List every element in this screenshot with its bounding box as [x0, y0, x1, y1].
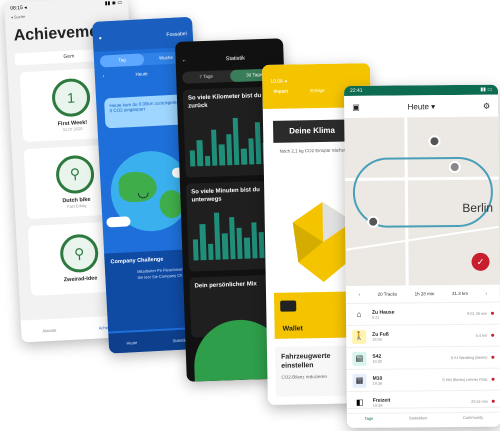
walk-icon: 🚶: [352, 329, 367, 344]
trip-name: Zu Hause 9:21: [371, 309, 395, 320]
check-button[interactable]: ✓: [471, 252, 490, 271]
nav-statistics[interactable]: Statistiken: [409, 415, 427, 420]
home-icon: ⌂: [351, 307, 367, 322]
app-bar: ▣ Heute ▾ ⚙: [344, 94, 499, 118]
chart-bar: [241, 148, 247, 165]
cloud-illustration: [106, 216, 131, 228]
chart-bar: [254, 122, 262, 165]
trip-row[interactable]: 🚶 Zu Fuß 19:26 0.4 km: [346, 324, 500, 348]
card-title: So viele Kilometer bist du zurück: [187, 93, 262, 110]
chart-bar: [225, 133, 233, 166]
bottom-nav: Tage Statistiken Community: [346, 406, 500, 428]
summary-row: ‹ 20 Tracks 1h 28 min 31.3 km ›: [345, 284, 500, 304]
duration: 1h 28 min: [414, 291, 435, 297]
tab-7-days[interactable]: 7 Tage: [182, 70, 230, 84]
chevron-right-icon[interactable]: ›: [485, 291, 487, 296]
trip-name: Freizeit 19:39: [372, 397, 391, 408]
status-time: 22:41: [350, 87, 363, 94]
status-dot: [491, 333, 495, 337]
location-pin[interactable]: [448, 160, 461, 174]
app-showcase: 08:15 ◂ ▮▮ ◉ ▭ ◂ Suche Achievemen Gem 1 …: [0, 0, 500, 431]
nav-community[interactable]: Community: [463, 415, 483, 420]
trip-name: M10 19:36: [372, 375, 383, 386]
tab-day[interactable]: Tag: [99, 53, 145, 68]
trip-name: Zu Fuß 19:26: [372, 331, 389, 342]
wallet-label: Wallet: [282, 325, 304, 333]
day-label: Heute: [407, 101, 429, 111]
distance: 31.3 km: [451, 290, 468, 297]
chart-bar: [258, 232, 265, 259]
chart-bar: [222, 233, 229, 260]
route-map[interactable]: Berlin ✓: [344, 116, 500, 286]
chart-bar: [248, 138, 255, 165]
chart-bar: [218, 144, 225, 166]
nav-today[interactable]: Heute: [126, 340, 137, 346]
location-pin[interactable]: [428, 135, 441, 148]
nav-days[interactable]: Tage: [365, 416, 374, 421]
achievement-name: Zweirad-Idee: [63, 275, 98, 284]
trip-detail: 9:51 39 min: [467, 311, 488, 316]
trip-list: ⌂ Zu Hause 9:21 9:51 39 min 🚶 Zu Fuß 19:26 0.4 …: [345, 302, 500, 414]
chart-bar: [250, 221, 258, 259]
train-icon: ▤: [352, 351, 367, 366]
trip-detail: 0.4 km: [475, 333, 488, 338]
tracks-count: 20 Tracks: [377, 291, 398, 297]
calendar-icon[interactable]: ▣: [352, 102, 360, 111]
chart-bar: [196, 140, 204, 167]
trip-row[interactable]: ▦ M10 19:36 S Hbf (Berlin) Lehrter Platz: [346, 368, 500, 392]
bike-icon: ⚲: [55, 154, 96, 194]
signal-icon: ▮▮ ◉ ▭: [104, 0, 123, 7]
trip-row[interactable]: ▤ S42 19:30 S+U Wedding (Berlin): [346, 346, 500, 370]
chart-bar: [232, 118, 240, 166]
user-icon[interactable]: ●: [99, 36, 102, 42]
trip-name: S42 19:30: [372, 353, 382, 364]
phone-trips-map: 22:41 ▮▮ ▭ ▣ Heute ▾ ⚙ Berlin ✓ ‹ 20 Tra…: [344, 84, 500, 428]
chart-bar: [204, 155, 211, 167]
app-name: Fossabel: [166, 31, 187, 39]
status-dot: [490, 311, 495, 315]
trip-detail: S+U Wedding (Berlin): [450, 355, 488, 360]
trip-detail: S Hbf (Berlin) Lehrter Platz: [442, 377, 488, 382]
status-time: 10:08 ◂: [270, 78, 287, 85]
status-dot: [491, 355, 495, 359]
chart-bar: [192, 239, 199, 261]
day-selector[interactable]: Heute ▾: [408, 102, 436, 111]
chart-bar: [199, 223, 207, 261]
status-time: 08:15 ◂: [10, 4, 27, 12]
smile-face: ◡: [136, 183, 150, 200]
tab-impact[interactable]: Impact: [274, 89, 289, 94]
date-label: Heute: [135, 71, 148, 77]
back-arrow-icon[interactable]: ←: [182, 58, 188, 64]
nav-activity[interactable]: Aktivität: [42, 327, 56, 333]
gear-icon[interactable]: ⚙: [483, 101, 490, 110]
status-dot: [491, 377, 495, 381]
signal-icon: ▮▮ ▭: [480, 86, 493, 93]
chevron-left-icon[interactable]: ‹: [359, 292, 361, 297]
tab-erfolge[interactable]: Erfolge: [310, 88, 324, 93]
achievement-date: Fast Erfolg: [66, 202, 87, 209]
trip-detail: 20:34 min: [471, 399, 488, 404]
chart-bar: [211, 129, 218, 166]
location-pin[interactable]: [367, 215, 380, 228]
status-dot: [491, 399, 495, 403]
chart-bar: [244, 237, 251, 259]
bus-icon: ▦: [352, 373, 367, 388]
chart-bar: [189, 150, 196, 167]
chart-bar: [207, 244, 214, 260]
chart-bar: [228, 217, 236, 260]
screen-title: ← Statistik: [175, 38, 284, 68]
map-city-label: Berlin: [462, 200, 494, 215]
chart-bar: [236, 227, 243, 259]
title-text: Statistik: [225, 55, 246, 63]
medal-icon: 1: [51, 77, 91, 118]
trip-row[interactable]: ⌂ Zu Hause 9:21 9:51 39 min: [345, 302, 500, 326]
chart-bar: [213, 212, 221, 260]
achievement-date: 31.07.2020: [62, 125, 83, 132]
bike-icon: ⚲: [59, 233, 100, 274]
chevron-left-icon[interactable]: ‹: [103, 73, 105, 78]
wallet-icon: [280, 300, 297, 312]
